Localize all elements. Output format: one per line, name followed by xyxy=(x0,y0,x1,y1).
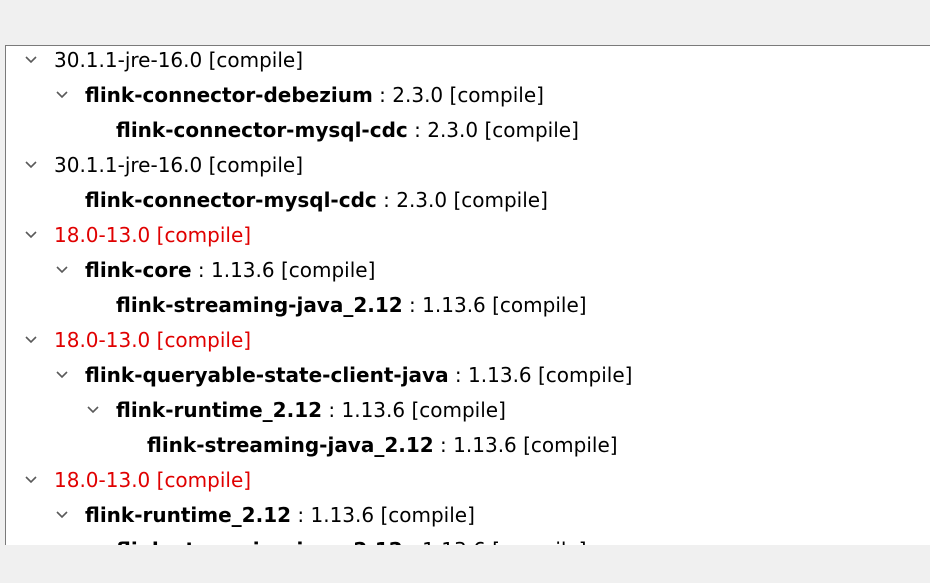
tree-row-text: flink-queryable-state-client-java : 1.13… xyxy=(85,358,632,393)
artifact-name: flink-connector-debezium xyxy=(85,83,373,107)
tree-row-text: flink-streaming-java_2.12 : 1.13.6 [comp… xyxy=(147,428,618,463)
tree-row[interactable]: 18.0-13.0 [compile] xyxy=(6,218,930,253)
chevron-down-icon[interactable] xyxy=(55,88,69,102)
tree-row[interactable]: flink-streaming-java_2.12 : 1.13.6 [comp… xyxy=(6,428,930,463)
tree-row-text: flink-streaming-java_2.12 : 1.13.6 [comp… xyxy=(116,533,587,545)
tree-row[interactable]: flink-streaming-java_2.12 : 1.13.6 [comp… xyxy=(6,533,930,545)
artifact-version: 18.0-13.0 [compile] xyxy=(54,468,252,492)
tree-row-text: 18.0-13.0 [compile] xyxy=(54,218,251,253)
artifact-version: 18.0-13.0 [compile] xyxy=(54,328,252,352)
artifact-name: flink-runtime_2.12 xyxy=(85,503,292,527)
artifact-version: : 1.13.6 [compile] xyxy=(291,503,475,527)
tree-row[interactable]: 18.0-13.0 [compile] xyxy=(6,463,930,498)
chevron-down-icon[interactable] xyxy=(24,158,38,172)
artifact-version: : 1.13.6 [compile] xyxy=(433,433,618,457)
artifact-name: flink-streaming-java_2.12 xyxy=(116,293,403,317)
artifact-name: flink-queryable-state-client-java xyxy=(85,363,449,387)
artifact-version: : 1.13.6 [compile] xyxy=(191,258,376,282)
chevron-down-icon[interactable] xyxy=(86,403,100,417)
artifact-name: flink-runtime_2.12 xyxy=(116,398,323,422)
tree-row[interactable]: flink-runtime_2.12 : 1.13.6 [compile] xyxy=(6,498,930,533)
artifact-version: : 1.13.6 [compile] xyxy=(322,398,506,422)
artifact-version: : 1.13.6 [compile] xyxy=(402,293,587,317)
artifact-version: 30.1.1-jre-16.0 [compile] xyxy=(54,48,304,72)
tree-row-text: flink-connector-mysql-cdc : 2.3.0 [compi… xyxy=(85,183,548,218)
tree-row-text: flink-runtime_2.12 : 1.13.6 [compile] xyxy=(85,498,475,533)
tree-row[interactable]: flink-runtime_2.12 : 1.13.6 [compile] xyxy=(6,393,930,428)
dependency-tree[interactable]: 30.1.1-jre-16.0 [compile] flink-connector… xyxy=(5,45,930,545)
chevron-down-icon[interactable] xyxy=(24,228,38,242)
artifact-name: flink-streaming-java_2.12 xyxy=(116,538,403,545)
tree-row[interactable]: flink-connector-mysql-cdc : 2.3.0 [compi… xyxy=(6,183,930,218)
artifact-version: : 1.13.6 [compile] xyxy=(448,363,633,387)
chevron-down-icon[interactable] xyxy=(24,473,38,487)
tree-row-text: 30.1.1-jre-16.0 [compile] xyxy=(54,148,303,183)
artifact-name: flink-connector-mysql-cdc xyxy=(85,188,377,212)
tree-row[interactable]: flink-streaming-java_2.12 : 1.13.6 [comp… xyxy=(6,288,930,323)
tree-row-text: flink-connector-mysql-cdc : 2.3.0 [compi… xyxy=(116,113,579,148)
artifact-name: flink-connector-mysql-cdc xyxy=(116,118,408,142)
tree-row[interactable]: flink-core : 1.13.6 [compile] xyxy=(6,253,930,288)
tree-row[interactable]: flink-queryable-state-client-java : 1.13… xyxy=(6,358,930,393)
artifact-version: : 2.3.0 [compile] xyxy=(407,118,579,142)
chevron-down-icon[interactable] xyxy=(55,508,69,522)
tree-row[interactable]: 30.1.1-jre-16.0 [compile] xyxy=(6,148,930,183)
artifact-version: 30.1.1-jre-16.0 [compile] xyxy=(54,153,304,177)
tree-row[interactable]: flink-connector-mysql-cdc : 2.3.0 [compi… xyxy=(6,113,930,148)
tree-row-text: 30.1.1-jre-16.0 [compile] xyxy=(54,46,304,78)
chevron-down-icon[interactable] xyxy=(24,53,38,67)
tree-row[interactable]: 30.1.1-jre-16.0 [compile] xyxy=(6,46,930,78)
chevron-down-icon[interactable] xyxy=(24,333,38,347)
tree-row-text: flink-connector-debezium : 2.3.0 [compil… xyxy=(85,78,544,113)
artifact-name: flink-streaming-java_2.12 xyxy=(147,433,434,457)
tree-row-text: flink-runtime_2.12 : 1.13.6 [compile] xyxy=(116,393,506,428)
artifact-name: flink-core xyxy=(85,258,192,282)
tree-row-text: flink-core : 1.13.6 [compile] xyxy=(85,253,375,288)
artifact-version: : 2.3.0 [compile] xyxy=(372,83,544,107)
artifact-version: : 1.13.6 [compile] xyxy=(403,538,587,545)
chevron-down-icon[interactable] xyxy=(55,263,69,277)
tree-row-text: 18.0-13.0 [compile] xyxy=(54,323,251,358)
tree-row[interactable]: 18.0-13.0 [compile] xyxy=(6,323,930,358)
tree-row-text: flink-streaming-java_2.12 : 1.13.6 [comp… xyxy=(116,288,587,323)
tree-row-text: 18.0-13.0 [compile] xyxy=(54,463,251,498)
chevron-down-icon[interactable] xyxy=(55,368,69,382)
artifact-version: : 2.3.0 [compile] xyxy=(376,188,548,212)
tree-row[interactable]: flink-connector-debezium : 2.3.0 [compil… xyxy=(6,78,930,113)
artifact-version: 18.0-13.0 [compile] xyxy=(54,223,252,247)
